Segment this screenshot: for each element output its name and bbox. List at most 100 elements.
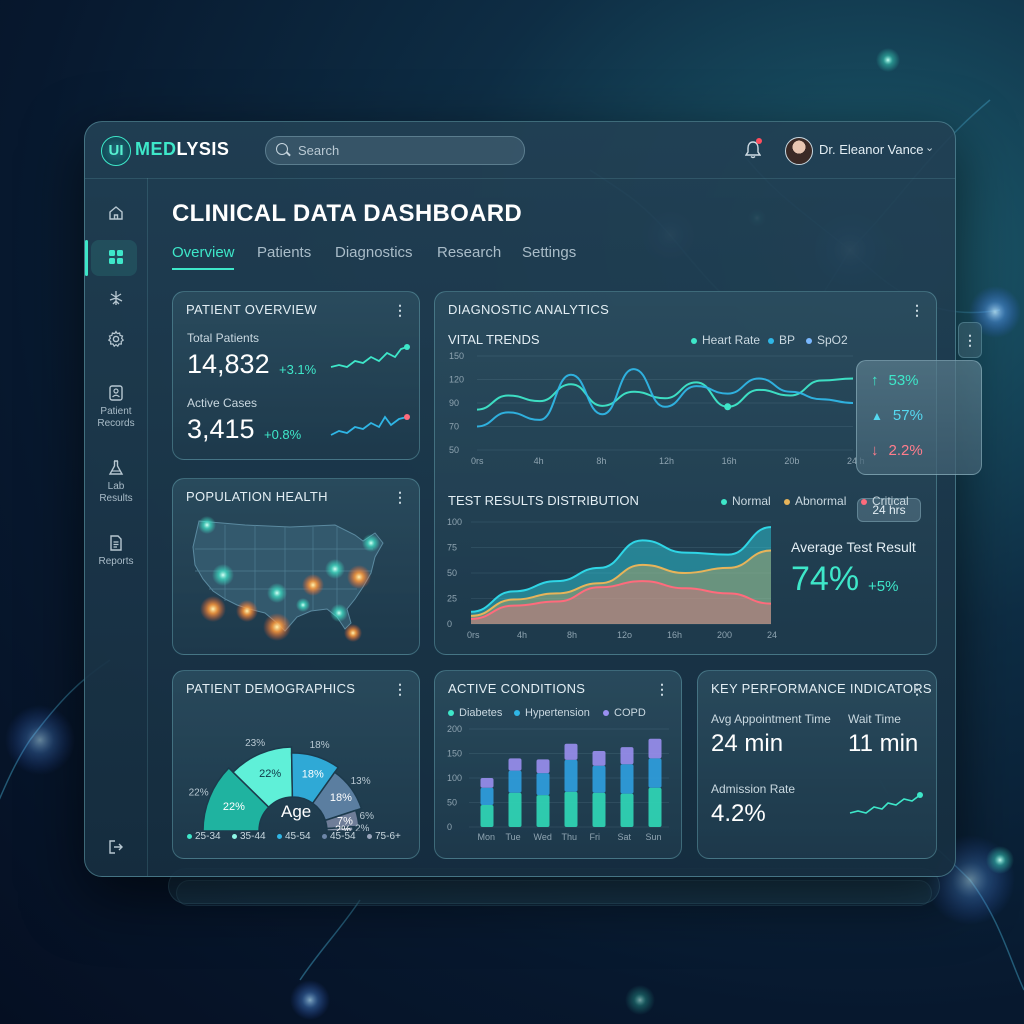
outer-label: 2% bbox=[355, 823, 370, 831]
tab-patients[interactable]: Patients bbox=[257, 244, 311, 261]
legend-item: 45-54 bbox=[277, 831, 311, 842]
total-patients-change: +3.1% bbox=[279, 362, 317, 377]
x-tick-label: Sat bbox=[618, 832, 632, 842]
more-options-icon[interactable]: ⋮ bbox=[393, 302, 407, 319]
test-results-title: TEST RESULTS DISTRIBUTION bbox=[448, 493, 639, 508]
legend-normal: Normal bbox=[721, 494, 771, 508]
active-cases-change: +0.8% bbox=[264, 427, 302, 442]
stat-mid: ▲ 57% bbox=[871, 407, 923, 424]
legend-dot bbox=[187, 833, 192, 839]
test-results-chart: 0 25 50 75 100 0rs 4h 8h 12o 16h 200 24 hrs bbox=[447, 517, 780, 640]
tab-overview[interactable]: Overview bbox=[172, 244, 235, 261]
bar bbox=[592, 792, 606, 827]
data-point bbox=[724, 403, 732, 411]
average-test-result-value: 74% bbox=[791, 560, 860, 598]
demographics-center-label: Age bbox=[281, 802, 312, 821]
y-tick-label: 70 bbox=[449, 422, 459, 432]
sidebar-item-brain[interactable] bbox=[85, 288, 147, 308]
more-options-icon[interactable]: ⋮ bbox=[393, 489, 407, 506]
legend-label: Normal bbox=[732, 494, 771, 508]
sidebar-item-logout[interactable] bbox=[85, 838, 147, 856]
total-patients-value: 14,832 bbox=[187, 349, 270, 379]
outer-label: 22% bbox=[189, 787, 209, 798]
bar bbox=[620, 764, 634, 794]
bar bbox=[480, 787, 494, 805]
legend-dot bbox=[322, 833, 327, 839]
legend-item: 25-34 bbox=[187, 831, 221, 842]
tab-diagnostics[interactable]: Diagnostics bbox=[335, 244, 413, 261]
more-options-icon[interactable]: ⋮ bbox=[910, 681, 924, 698]
dashboard-grid-icon bbox=[109, 250, 123, 264]
brain-icon bbox=[109, 291, 123, 305]
card-title: DIAGNOSTIC ANALYTICS bbox=[448, 302, 610, 317]
legend-spo2: SpO2 bbox=[806, 333, 848, 347]
stat-value: 57% bbox=[892, 407, 923, 424]
slice-label: 22% bbox=[259, 768, 281, 780]
vital-trends-chart: 5070901201500rs4h8h12h16h20b24 hrs bbox=[449, 351, 865, 466]
user-name[interactable]: Dr. Eleanor Vance bbox=[819, 142, 924, 157]
bar bbox=[508, 770, 522, 793]
sidebar-item-reports[interactable]: Reports bbox=[85, 534, 147, 568]
slice-label: 2% bbox=[335, 824, 351, 831]
report-icon bbox=[110, 535, 122, 551]
more-options-icon[interactable]: ⋮ bbox=[393, 681, 407, 698]
legend-heart-rate: Heart Rate bbox=[691, 333, 760, 347]
x-tick-label: Fri bbox=[590, 832, 601, 842]
y-tick-label: 50 bbox=[449, 445, 459, 455]
card-title: PATIENT DEMOGRAPHICS bbox=[186, 681, 356, 696]
legend-label: 25-34 bbox=[195, 831, 221, 842]
legend-dot bbox=[768, 337, 774, 344]
y-tick-label: 0 bbox=[447, 619, 452, 629]
app-window: UI MEDLYSIS Search Dr. Eleanor Vance ⌄ P… bbox=[84, 121, 956, 877]
bar bbox=[536, 759, 550, 774]
card-title: POPULATION HEALTH bbox=[186, 489, 328, 504]
population-health-card: POPULATION HEALTH ⋮ bbox=[172, 478, 420, 655]
x-tick-label: 0rs bbox=[467, 630, 480, 640]
x-tick-label: 8h bbox=[567, 630, 577, 640]
side-panel-kebab[interactable]: ⋮ bbox=[958, 322, 982, 358]
outer-label: 13% bbox=[351, 776, 371, 787]
stacked-panel-shadow bbox=[176, 880, 932, 906]
y-tick-label: 200 bbox=[447, 725, 462, 734]
bar bbox=[648, 738, 662, 759]
bar bbox=[480, 778, 494, 788]
sidebar-item-patient-records[interactable]: Patient Records bbox=[85, 384, 147, 430]
bar bbox=[648, 787, 662, 827]
x-tick-label: 0rs bbox=[471, 456, 484, 466]
legend-dot bbox=[861, 498, 867, 505]
chevron-down-icon[interactable]: ⌄ bbox=[925, 141, 934, 154]
slice-label: 18% bbox=[302, 769, 324, 781]
search-input[interactable]: Search bbox=[265, 136, 525, 165]
top-bar: UI MEDLYSIS Search Dr. Eleanor Vance ⌄ bbox=[85, 122, 955, 179]
legend-label: 35-44 bbox=[240, 831, 266, 842]
stat-value: 2.2% bbox=[888, 442, 923, 459]
tab-settings[interactable]: Settings bbox=[522, 244, 576, 261]
sidebar-item-lab-results[interactable]: Lab Results bbox=[85, 459, 147, 505]
avatar[interactable] bbox=[785, 137, 813, 165]
legend-copd: COPD bbox=[603, 707, 646, 719]
sidebar: Patient Records Lab Results Reports bbox=[85, 178, 148, 876]
series-line bbox=[476, 377, 854, 411]
active-conditions-chart: 0 50 100 150 200 Mon Tue Wed Thu Fri Sat Sun bbox=[447, 725, 669, 842]
more-options-icon[interactable]: ⋮ bbox=[655, 681, 669, 698]
outer-label: 18% bbox=[310, 740, 330, 751]
tab-research[interactable]: Research bbox=[437, 244, 501, 261]
patient-overview-card: PATIENT OVERVIEW ⋮ Total Patients 14,832… bbox=[172, 291, 420, 460]
y-tick-label: 75 bbox=[447, 543, 457, 553]
patient-demographics-card: PATIENT DEMOGRAPHICS ⋮ 22% 22% 22% 23% 18% 18… bbox=[172, 670, 420, 859]
y-tick-label: 100 bbox=[447, 517, 462, 527]
brand-name-rest: LYSIS bbox=[176, 139, 230, 159]
x-tick-label: 16h bbox=[722, 456, 737, 466]
sidebar-item-settings[interactable] bbox=[85, 330, 147, 348]
legend-dot bbox=[806, 337, 812, 344]
vital-stats-panel: ↑ 53% ▲ 57% ↓ 2.2% bbox=[856, 360, 982, 475]
bar bbox=[508, 792, 522, 827]
legend-label: Abnormal bbox=[795, 494, 847, 508]
sidebar-item-label: Lab Results bbox=[99, 481, 133, 504]
legend-label: 75-6+ bbox=[375, 831, 401, 842]
sidebar-item-home[interactable] bbox=[85, 204, 147, 222]
patient-records-icon bbox=[109, 385, 123, 401]
sidebar-item-dashboard[interactable] bbox=[85, 248, 147, 266]
brand-name: MEDLYSIS bbox=[135, 139, 229, 160]
more-options-icon[interactable]: ⋮ bbox=[910, 302, 924, 319]
